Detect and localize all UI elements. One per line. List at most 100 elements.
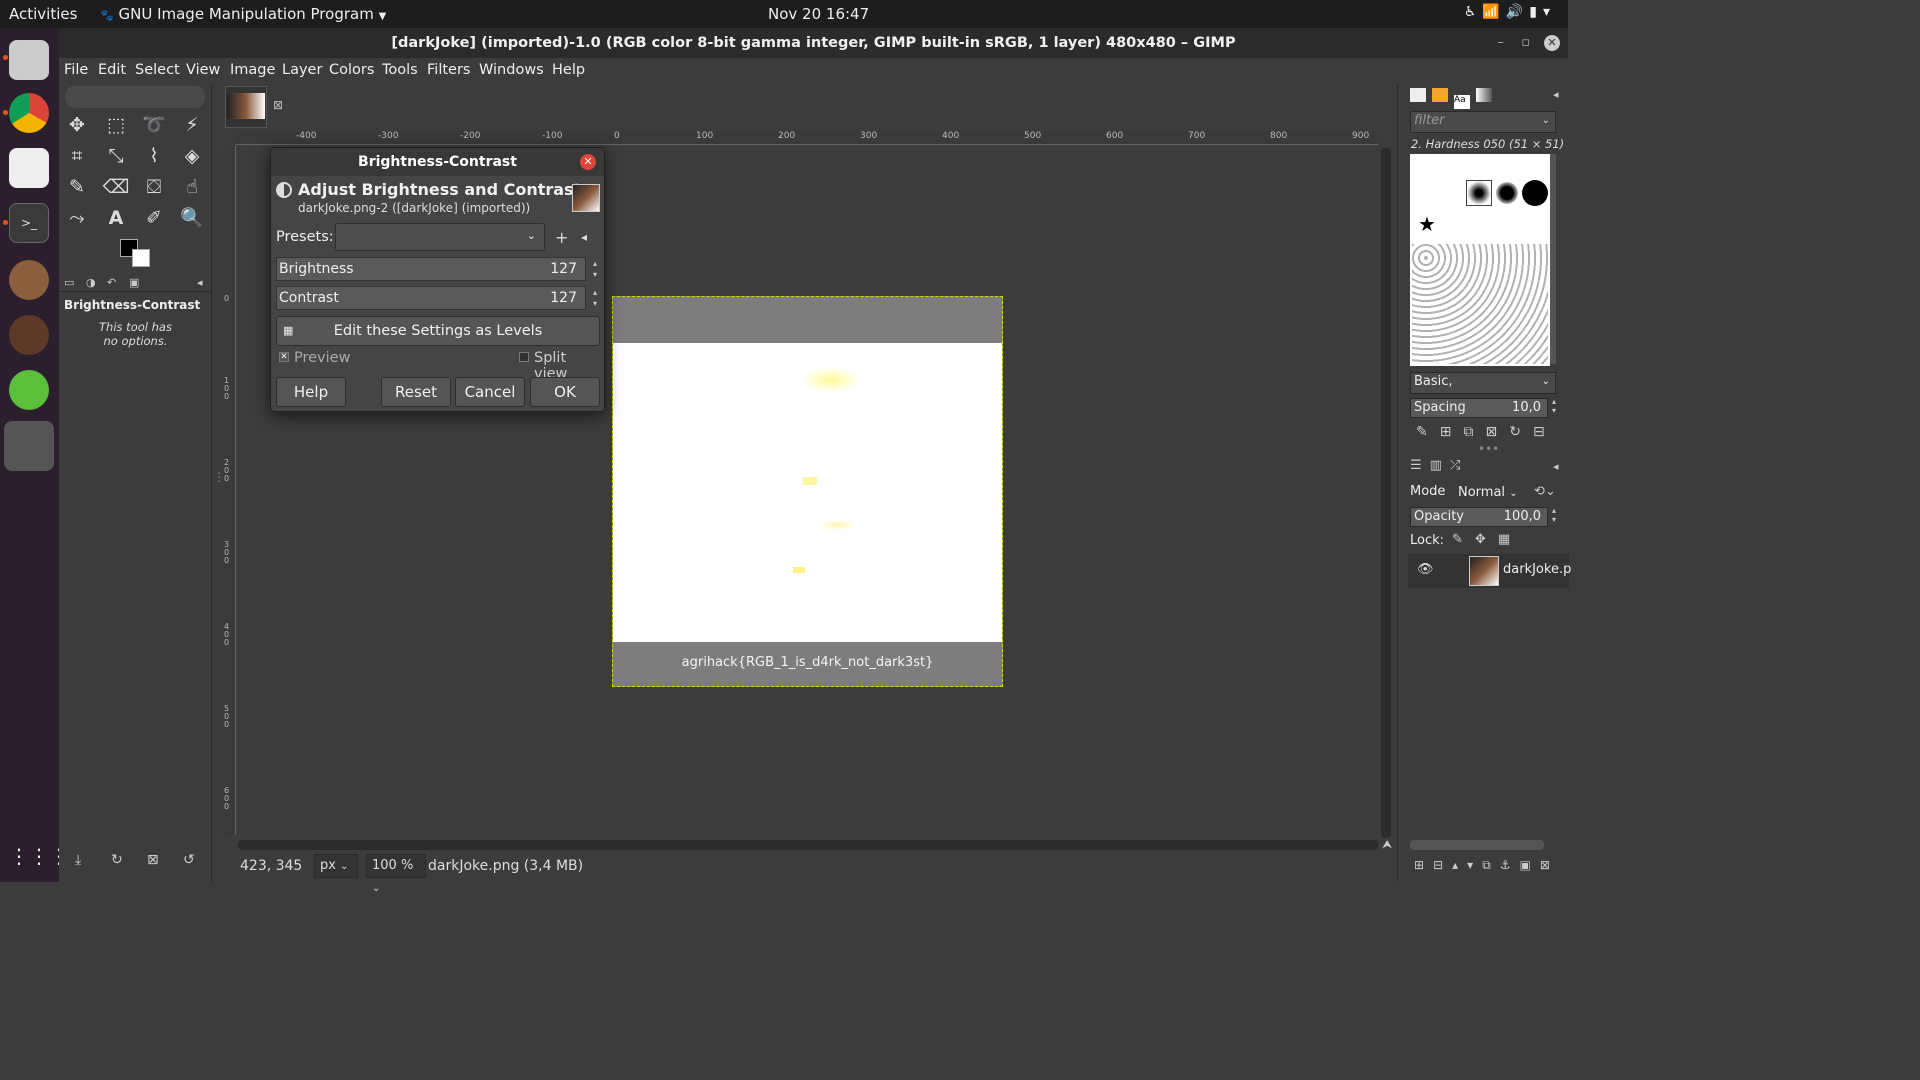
green-app-icon[interactable] [9, 370, 49, 410]
menu-file[interactable]: File [64, 62, 88, 78]
chevron-down-icon[interactable]: ▾ [1543, 4, 1556, 20]
new-group-icon[interactable]: ⊟ [1433, 858, 1452, 872]
duplicate-layer-icon[interactable]: ⧉ [1482, 858, 1500, 872]
brightness-value[interactable]: 127 [550, 258, 577, 280]
ok-button[interactable]: OK [530, 377, 600, 407]
mask-layer-icon[interactable]: ▣ [1520, 858, 1540, 872]
clone-tool-icon[interactable]: ⛋ [139, 173, 169, 201]
opacity-spinner-icon[interactable]: ▴ ▾ [1552, 506, 1556, 524]
edit-as-levels-button[interactable]: ▦ Edit these Settings as Levels [276, 316, 600, 346]
save-options-icon[interactable]: ⤓ [75, 852, 81, 868]
images-tab-icon[interactable]: ▣ [129, 276, 139, 289]
text-tool-icon[interactable]: A [101, 204, 131, 232]
spacing-spinner-icon[interactable]: ▴ ▾ [1552, 397, 1556, 415]
contrast-value[interactable]: 127 [550, 287, 577, 309]
fuzzy-select-tool-icon[interactable]: ⚡ [177, 111, 207, 139]
image-tab-thumbnail[interactable] [225, 86, 267, 128]
horizontal-scrollbar[interactable] [238, 840, 1378, 850]
new-brush-icon[interactable]: ⊞ [1440, 424, 1464, 440]
delete-options-icon[interactable]: ⊠ [147, 852, 159, 868]
lock-position-icon[interactable]: ✥ [1475, 532, 1498, 547]
zoom-tool-icon[interactable]: 🔍 [177, 204, 207, 232]
open-brush-folder-icon[interactable]: ⊟ [1533, 424, 1557, 440]
panel-separator-handle[interactable]: ••• [1478, 442, 1499, 456]
move-tool-icon[interactable]: ✥ [62, 111, 92, 139]
help-button[interactable]: Help [276, 377, 346, 407]
menu-colors[interactable]: Colors [329, 62, 374, 78]
accessibility-icon[interactable]: ♿ [1464, 4, 1483, 20]
menu-select[interactable]: Select [135, 62, 180, 78]
tool-options-tab-icon[interactable]: ▭ [64, 276, 74, 289]
close-icon[interactable]: ✕ [1544, 35, 1560, 51]
lock-pixels-icon[interactable]: ✎ [1452, 532, 1475, 547]
tab-menu-icon[interactable]: ◂ [1553, 460, 1559, 473]
chrome-icon[interactable] [9, 93, 49, 133]
contrast-spinner-icon[interactable]: ▴ ▾ [589, 287, 601, 311]
lower-layer-icon[interactable]: ▾ [1467, 858, 1482, 872]
zoom-select[interactable]: 100 % ⌄ [366, 854, 426, 894]
horizontal-ruler[interactable]: -400 -300 -200 -100 0 100 200 300 400 500 600 700 80… [236, 131, 1378, 145]
background-color-swatch[interactable] [132, 249, 150, 267]
gradients-tab-icon[interactable] [1476, 88, 1492, 102]
edit-brush-icon[interactable]: ✎ [1416, 424, 1440, 440]
terminal-icon[interactable]: >_ [9, 203, 49, 243]
layers-tab-icon[interactable]: ☰ [1410, 458, 1430, 473]
cancel-button[interactable]: Cancel [455, 377, 525, 407]
portrait-64-app-icon[interactable] [9, 315, 49, 355]
contrast-slider[interactable]: Contrast 127 ▴ ▾ [276, 286, 597, 310]
brush-grid[interactable]: ★ [1410, 154, 1550, 366]
dialog-close-icon[interactable]: ✕ [580, 154, 596, 170]
menu-image[interactable]: Image [230, 62, 275, 78]
device-status-tab-icon[interactable]: ◑ [86, 276, 96, 289]
wifi-icon[interactable]: 📶 [1482, 4, 1505, 20]
delete-layer-icon[interactable]: ⊠ [1540, 858, 1559, 872]
menu-layer[interactable]: Layer [282, 62, 322, 78]
paths-tool-icon[interactable]: ⤳ [62, 204, 92, 232]
duplicate-brush-icon[interactable]: ⧉ [1463, 424, 1485, 440]
eraser-tool-icon[interactable]: ⌫ [101, 173, 131, 201]
smudge-tool-icon[interactable]: ☝ [177, 173, 207, 201]
lock-alpha-icon[interactable]: ▦ [1498, 532, 1522, 547]
color-picker-tool-icon[interactable]: ✐ [139, 204, 169, 232]
reset-options-icon[interactable]: ↺ [183, 852, 195, 868]
opacity-slider[interactable]: Opacity 100,0 [1410, 507, 1548, 527]
fonts-tab-icon[interactable]: Aa [1454, 95, 1470, 109]
volume-icon[interactable]: 🔊 [1506, 4, 1529, 20]
add-preset-icon[interactable]: + [555, 228, 568, 247]
tab-menu-icon[interactable]: ◂ [1553, 88, 1559, 101]
channels-tab-icon[interactable]: ▥ [1430, 458, 1450, 473]
layer-mode-select[interactable]: Normal ⌄ [1454, 482, 1522, 504]
close-tab-icon[interactable]: ⊠ [273, 98, 283, 112]
bucket-fill-tool-icon[interactable]: ◈ [177, 142, 207, 170]
transform-tool-icon[interactable]: ⤡ [101, 142, 131, 170]
lasso-tool-icon[interactable]: ➰ [139, 111, 169, 139]
menu-edit[interactable]: Edit [98, 62, 126, 78]
navigate-icon[interactable]: ⮝ [1382, 837, 1392, 852]
vertical-scrollbar[interactable] [1381, 148, 1391, 838]
wilber-drop-area[interactable] [65, 86, 205, 108]
app-menu[interactable]: 🐾 GNU Image Manipulation Program ▼ [100, 5, 386, 23]
paintbrush-tool-icon[interactable]: ✎ [62, 173, 92, 201]
reset-button[interactable]: Reset [381, 377, 451, 407]
battery-icon[interactable]: ▮ [1529, 4, 1543, 20]
warp-tool-icon[interactable]: ⌇ [139, 142, 169, 170]
minimize-icon[interactable]: – [1498, 28, 1505, 58]
dock-resize-handle[interactable]: ⋮ [213, 470, 225, 484]
menu-view[interactable]: View [186, 62, 220, 78]
unit-select[interactable]: px ⌄ [314, 854, 358, 878]
crop-tool-icon[interactable]: ⌗ [62, 142, 92, 170]
undo-history-tab-icon[interactable]: ↶ [107, 276, 116, 289]
portrait-app-icon[interactable] [9, 260, 49, 300]
clock[interactable]: Nov 20 16:47 [768, 5, 869, 23]
new-layer-icon[interactable]: ⊞ [1414, 858, 1433, 872]
brightness-spinner-icon[interactable]: ▴ ▾ [589, 258, 601, 282]
paths-tab-icon[interactable]: ⤮ [1450, 458, 1468, 473]
split-view-checkbox[interactable] [519, 352, 529, 362]
brushes-tab-icon[interactable] [1410, 88, 1426, 102]
tab-menu-icon[interactable]: ◂ [197, 276, 203, 289]
mode-swap-icon[interactable]: ⟲⌄ [1534, 484, 1556, 499]
brush-tag-select[interactable]: Basic, ⌄ [1410, 372, 1556, 394]
activities-button[interactable]: Activities [9, 5, 77, 23]
text-editor-icon[interactable] [9, 148, 49, 188]
brush-scrollbar[interactable] [1550, 154, 1556, 364]
